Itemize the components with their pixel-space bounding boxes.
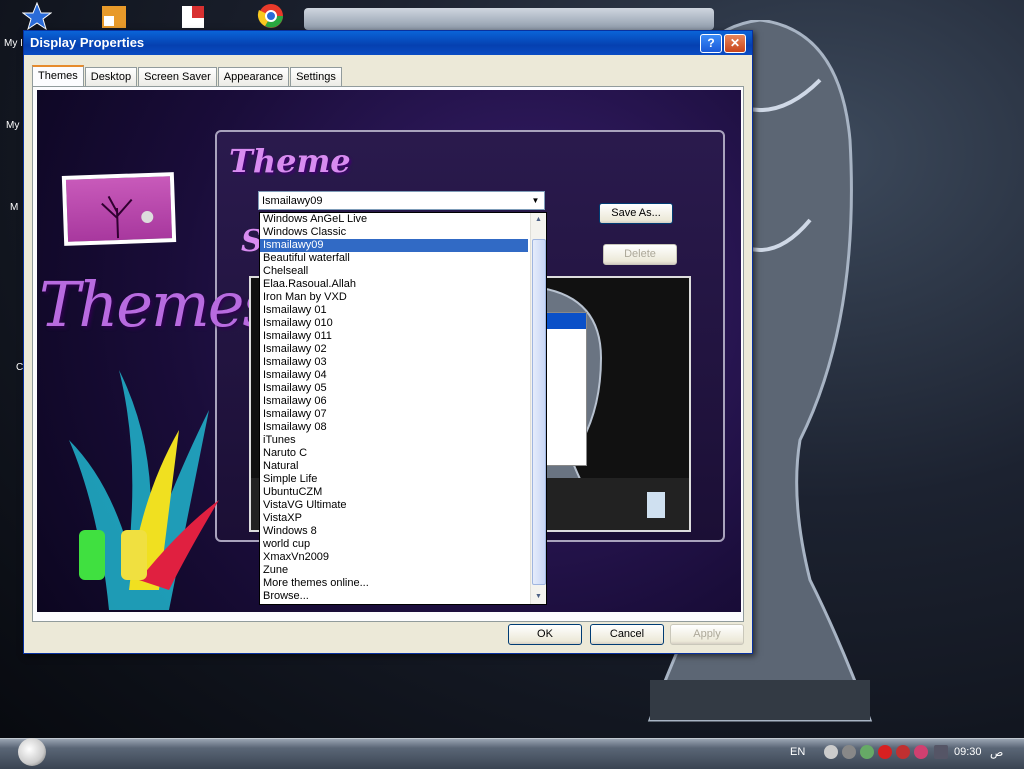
desktop-icon-label: My (6, 120, 20, 131)
theme-option[interactable]: VistaXP (260, 512, 528, 525)
tree-photo-image (61, 172, 177, 246)
tab-settings[interactable]: Settings (290, 67, 342, 86)
apply-button[interactable]: Apply (670, 624, 744, 645)
tab-strip: Themes Desktop Screen Saver Appearance S… (32, 65, 343, 88)
theme-option[interactable]: Windows AnGeL Live (260, 213, 528, 226)
theme-option[interactable]: Ismailawy 011 (260, 330, 528, 343)
theme-option[interactable]: Naruto C (260, 447, 528, 460)
calendar-icon[interactable] (934, 745, 948, 759)
theme-dropdown-list: Windows AnGeL Live Windows Classic Ismaila… (259, 212, 547, 605)
tab-themes[interactable]: Themes (32, 65, 84, 88)
tab-appearance[interactable]: Appearance (217, 67, 290, 86)
theme-heading: Theme (229, 142, 351, 180)
security-icon[interactable] (860, 745, 874, 759)
clock-ampm: ص (990, 747, 1004, 759)
language-indicator[interactable]: EN (790, 746, 805, 758)
cancel-button[interactable]: Cancel (590, 624, 664, 645)
theme-option[interactable]: Windows 8 (260, 525, 528, 538)
window-title: Display Properties (30, 35, 145, 50)
start-button[interactable] (18, 738, 46, 766)
scroll-down-icon[interactable]: ▼ (532, 590, 545, 604)
theme-select-value: Ismailawy09 (262, 195, 323, 207)
theme-select[interactable]: Ismailawy09 ▼ (258, 191, 545, 210)
theme-option[interactable]: More themes online... (260, 577, 528, 590)
theme-option[interactable]: Ismailawy 08 (260, 421, 528, 434)
theme-option[interactable]: Ismailawy 01 (260, 304, 528, 317)
close-button[interactable]: ✕ (724, 34, 746, 53)
save-as-button[interactable]: Save As... (599, 203, 673, 224)
antivirus-icon[interactable] (914, 745, 928, 759)
star-icon[interactable] (21, 1, 56, 32)
theme-option[interactable]: Windows Classic (260, 226, 528, 239)
themes-heading: Themes (39, 268, 274, 341)
paint-splash-image (69, 370, 219, 610)
shield-icon[interactable] (896, 745, 910, 759)
clock-time[interactable]: 09:30 (954, 746, 982, 758)
theme-option[interactable]: Zune (260, 564, 528, 577)
theme-option[interactable]: Natural (260, 460, 528, 473)
shortcut-icon[interactable] (100, 2, 134, 32)
theme-option[interactable]: Ismailawy09 (260, 239, 528, 252)
theme-option[interactable]: Ismailawy 04 (260, 369, 528, 382)
theme-option[interactable]: world cup (260, 538, 528, 551)
theme-option[interactable]: Ismailawy 03 (260, 356, 528, 369)
theme-option[interactable]: Elaa.Rasoual.Allah (260, 278, 528, 291)
theme-option[interactable]: UbuntuCZM (260, 486, 528, 499)
theme-option[interactable]: Ismailawy 02 (260, 343, 528, 356)
help-button[interactable]: ? (700, 34, 722, 53)
delete-button[interactable]: Delete (603, 244, 677, 265)
theme-option[interactable]: XmaxVn2009 (260, 551, 528, 564)
desktop-icon-label: My I (4, 38, 23, 49)
chevron-down-icon[interactable]: ▼ (528, 193, 543, 208)
chrome-icon[interactable] (256, 2, 290, 32)
theme-option[interactable]: Simple Life (260, 473, 528, 486)
scroll-thumb[interactable] (532, 239, 546, 585)
dropdown-scrollbar[interactable]: ▲ ▼ (530, 213, 546, 604)
volume-icon[interactable] (824, 745, 838, 759)
ok-button[interactable]: OK (508, 624, 582, 645)
desktop-icon-label: M (10, 202, 19, 213)
shortcut-icon[interactable] (178, 2, 212, 32)
tab-screen-saver[interactable]: Screen Saver (138, 67, 217, 86)
tab-desktop[interactable]: Desktop (84, 67, 138, 86)
scroll-up-icon[interactable]: ▲ (532, 213, 545, 227)
theme-option[interactable]: Iron Man by VXD (260, 291, 528, 304)
theme-option[interactable]: Chelseall (260, 265, 528, 278)
theme-option[interactable]: Ismailawy 06 (260, 395, 528, 408)
theme-option[interactable]: Browse... (260, 590, 528, 603)
theme-option[interactable]: VistaVG Ultimate (260, 499, 528, 512)
title-bar[interactable]: Display Properties ? ✕ (24, 31, 752, 55)
preview-window (543, 312, 587, 466)
network-icon[interactable] (842, 745, 856, 759)
theme-option[interactable]: Ismailawy 07 (260, 408, 528, 421)
theme-option[interactable]: iTunes (260, 434, 528, 447)
theme-option[interactable]: Ismailawy 010 (260, 317, 528, 330)
error-icon[interactable] (878, 745, 892, 759)
theme-option[interactable]: Beautiful waterfall (260, 252, 528, 265)
theme-option[interactable]: Ismailawy 05 (260, 382, 528, 395)
